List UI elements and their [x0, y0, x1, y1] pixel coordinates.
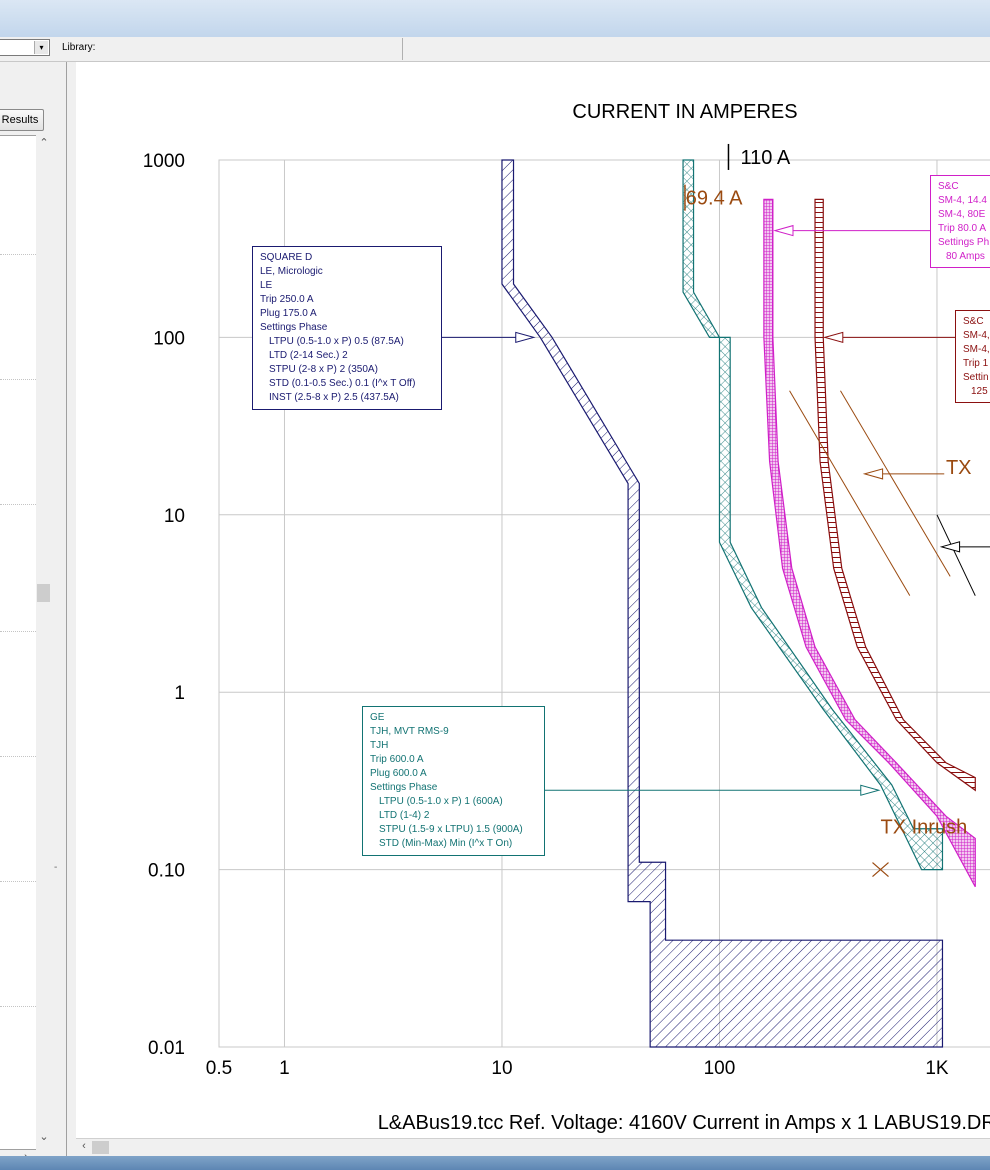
tcc-chart[interactable]: CURRENT IN AMPERES L&ABus19.tcc Ref. Vol…: [76, 62, 990, 1138]
list-scroll-thumb[interactable]: [37, 584, 50, 602]
y-tick-label: 0.01: [148, 1038, 185, 1059]
annotation-line: Trip 250.0 A: [260, 294, 314, 305]
annotation-line: TJH: [370, 740, 389, 751]
list-row-divider: [0, 881, 36, 882]
list-vertical-scrollbar[interactable]: ⌃ ⌄: [36, 135, 52, 1150]
x-tick-label: 10: [491, 1058, 512, 1079]
chart-scroll-thumb[interactable]: [92, 1141, 109, 1154]
toolbar: ▾ Library:: [0, 37, 990, 62]
y-tick-label: 1000: [143, 151, 185, 172]
annotation-sc-125e[interactable]: S&C SM-4, SM-4, Trip 1 Settin 125: [955, 310, 990, 403]
annotation-line: SQUARE D: [260, 252, 313, 263]
library-combo[interactable]: ▾: [0, 39, 50, 56]
list-row-divider: [0, 504, 36, 505]
scroll-left-icon[interactable]: ‹: [76, 1140, 92, 1152]
y-tick-label: 100: [153, 328, 185, 349]
annotation-line: Trip 80.0 A: [938, 223, 986, 234]
annotation-setting: LTPU (0.5-1.0 x P) 0.5 (87.5A): [269, 336, 404, 347]
annotation-setting: LTPU (0.5-1.0 x P) 1 (600A): [379, 796, 503, 807]
annotation-line: GE: [370, 712, 385, 723]
annotation-line: Trip 1: [963, 358, 989, 369]
list-row-divider: [0, 756, 36, 757]
scroll-up-icon[interactable]: ⌃: [36, 136, 52, 149]
annotation-line: S&C: [963, 316, 984, 327]
annotation-line: Settings Phase: [370, 782, 438, 793]
chart-horizontal-scrollbar[interactable]: ‹: [76, 1138, 990, 1156]
toolbar-separator: [402, 38, 403, 60]
splitter-marker: -: [54, 862, 58, 873]
y-tick-label: 10: [164, 506, 185, 527]
curve-label: 69.4 A: [686, 188, 743, 210]
curve-label: 110 A: [741, 147, 791, 169]
x-tick-label: 1K: [925, 1058, 949, 1079]
annotation-line: SM-4, 14.4: [938, 195, 987, 206]
annotation-line: Trip 600.0 A: [370, 754, 424, 765]
annotation-setting: STD (Min-Max) Min (I^x T On): [379, 838, 513, 849]
x-tick-label: 1: [279, 1058, 290, 1079]
annotation-setting: 125: [971, 386, 988, 397]
annotation-sc-80e[interactable]: S&C SM-4, 14.4 SM-4, 80E Trip 80.0 A Setting…: [930, 175, 990, 268]
chart-title: CURRENT IN AMPERES: [572, 101, 797, 123]
annotation-line: Plug 175.0 A: [260, 308, 317, 319]
curve-label: TX: [946, 457, 972, 479]
annotation-setting: LTD (2-14 Sec.) 2: [269, 350, 348, 361]
y-tick-label: 1: [174, 683, 185, 704]
annotation-line: Settings Phase: [260, 322, 328, 333]
annotation-setting: 80 Amps: [946, 251, 985, 262]
annotation-line: LE: [260, 280, 273, 291]
window-bottom-border: [0, 1156, 990, 1170]
curve-label: TX Inrush: [881, 816, 968, 838]
annotation-line: SM-4, 80E: [938, 209, 986, 220]
annotation-line: TJH, MVT RMS-9: [370, 726, 449, 737]
window-titlebar: [0, 0, 990, 38]
annotation-setting: STPU (1.5-9 x LTPU) 1.5 (900A): [379, 824, 523, 835]
list-row-divider: [0, 379, 36, 380]
left-panel: Results ⌃ ⌄ › -: [0, 62, 67, 1166]
scroll-down-icon[interactable]: ⌄: [36, 1130, 52, 1143]
y-tick-label: 0.10: [148, 861, 185, 882]
list-row-divider: [0, 631, 36, 632]
x-tick-label: 0.5: [206, 1058, 232, 1079]
results-button[interactable]: Results: [0, 109, 44, 131]
library-label: Library:: [62, 42, 96, 53]
annotation-setting: LTD (1-4) 2: [379, 810, 430, 821]
annotation-ge[interactable]: GE TJH, MVT RMS-9 TJH Trip 600.0 A Plug 600.…: [362, 706, 545, 856]
annotation-line: LE, Micrologic: [260, 266, 323, 277]
list-row-divider: [0, 254, 36, 255]
annotation-line: S&C: [938, 181, 959, 192]
annotation-line: SM-4,: [963, 330, 990, 341]
annotation-setting: INST (2.5-8 x P) 2.5 (437.5A): [269, 392, 399, 403]
x-tick-label: 100: [704, 1058, 736, 1079]
chevron-down-icon[interactable]: ▾: [34, 41, 48, 54]
annotation-line: SM-4,: [963, 344, 990, 355]
annotation-square-d[interactable]: SQUARE D LE, Micrologic LE Trip 250.0 A Plug…: [252, 246, 442, 410]
annotation-line: Settin: [963, 372, 989, 383]
list-row-divider: [0, 1006, 36, 1007]
annotation-line: Plug 600.0 A: [370, 768, 427, 779]
annotation-line: Settings Ph: [938, 237, 990, 248]
annotation-setting: STPU (2-8 x P) 2 (350A): [269, 364, 378, 375]
annotation-setting: STD (0.1-0.5 Sec.) 0.1 (I^x T Off): [269, 378, 416, 389]
chart-footer: L&ABus19.tcc Ref. Voltage: 4160V Current…: [378, 1112, 990, 1134]
